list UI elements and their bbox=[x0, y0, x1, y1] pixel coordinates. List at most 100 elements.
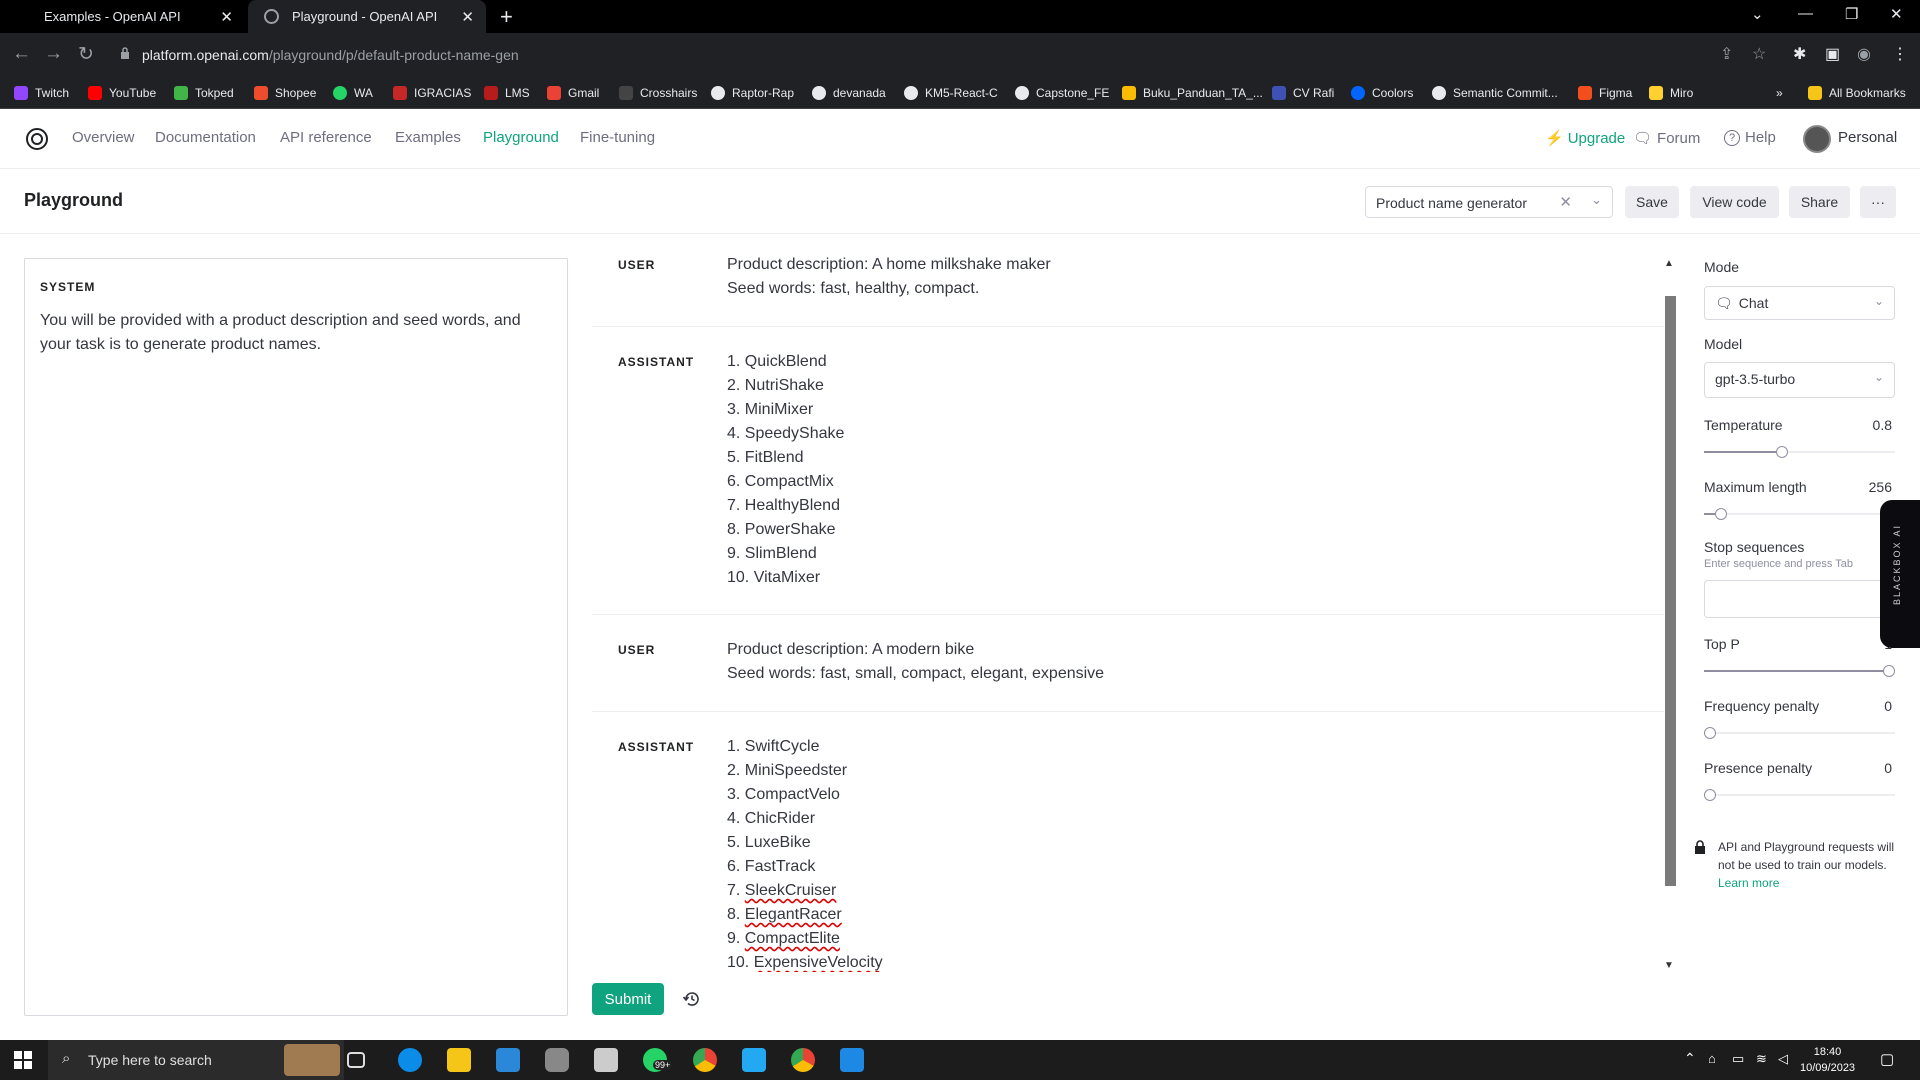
reload-icon[interactable]: ↻ bbox=[78, 43, 94, 66]
bookmark-item[interactable]: Shopee bbox=[254, 83, 316, 103]
nav-api-reference[interactable]: API reference bbox=[280, 129, 372, 146]
chrome-profile-icon[interactable] bbox=[791, 1048, 815, 1072]
learn-more-link[interactable]: Learn more bbox=[1718, 876, 1779, 890]
upgrade-link[interactable]: ⚡ Upgrade bbox=[1545, 129, 1625, 148]
wifi-icon[interactable]: ≋ bbox=[1756, 1051, 1767, 1067]
bookmark-item[interactable]: Twitch bbox=[14, 83, 69, 103]
role-label[interactable]: ASSISTANT bbox=[618, 355, 694, 369]
bookmark-item[interactable]: Buku_Panduan_TA_... bbox=[1122, 83, 1263, 103]
nav-fine-tuning[interactable]: Fine-tuning bbox=[580, 129, 655, 146]
whatsapp-icon[interactable]: 99+ bbox=[643, 1048, 673, 1072]
frequency-penalty-slider[interactable] bbox=[1704, 727, 1895, 739]
openai-logo-icon[interactable] bbox=[24, 126, 50, 152]
top-p-slider[interactable] bbox=[1704, 665, 1895, 677]
preset-select[interactable]: Product name generator ✕ ⌄ bbox=[1365, 186, 1613, 218]
app-icon[interactable] bbox=[594, 1048, 618, 1072]
edge-icon[interactable] bbox=[398, 1048, 422, 1072]
message-user[interactable]: USER Product description: A home milksha… bbox=[592, 250, 1664, 327]
app-icon[interactable] bbox=[545, 1048, 569, 1072]
more-options-button[interactable]: ··· bbox=[1860, 186, 1896, 218]
bookmark-item[interactable]: Raptor-Rap bbox=[711, 83, 794, 103]
bookmark-item[interactable]: Tokped bbox=[174, 83, 234, 103]
task-view-icon[interactable] bbox=[347, 1052, 365, 1068]
clock[interactable]: 18:40 10/09/2023 bbox=[1800, 1044, 1855, 1076]
notification-center-icon[interactable]: ▢ bbox=[1880, 1050, 1894, 1068]
battery-icon[interactable]: ▭ bbox=[1732, 1051, 1744, 1067]
nav-documentation[interactable]: Documentation bbox=[155, 129, 256, 146]
bookmark-item[interactable]: Capstone_FE bbox=[1015, 83, 1109, 103]
save-button[interactable]: Save bbox=[1625, 186, 1679, 218]
slider-knob[interactable] bbox=[1715, 508, 1727, 520]
all-bookmarks[interactable]: All Bookmarks bbox=[1808, 83, 1906, 103]
role-label[interactable]: ASSISTANT bbox=[618, 740, 694, 754]
forum-link[interactable]: 🗨 Forum bbox=[1633, 129, 1700, 148]
system-message-panel[interactable]: SYSTEM You will be provided with a produ… bbox=[24, 258, 568, 1016]
new-tab-icon[interactable]: + bbox=[500, 4, 513, 30]
bookmark-item[interactable]: Coolors bbox=[1351, 83, 1413, 103]
messages-scrollbar[interactable]: ▲ ▼ bbox=[1664, 258, 1676, 972]
bookmark-item[interactable]: Crosshairs bbox=[619, 83, 697, 103]
tab-search-icon[interactable]: ⌄ bbox=[1751, 5, 1764, 23]
tab-examples[interactable]: Examples - OpenAI API ✕ bbox=[0, 0, 245, 33]
url-input[interactable]: platform.openai.com/playground/p/default… bbox=[108, 39, 1728, 71]
history-icon[interactable] bbox=[682, 989, 702, 1009]
slider-knob[interactable] bbox=[1776, 446, 1788, 458]
bookmark-item[interactable]: YouTube bbox=[88, 83, 156, 103]
minimize-icon[interactable]: — bbox=[1798, 5, 1813, 22]
scroll-down-icon[interactable]: ▼ bbox=[1664, 960, 1674, 971]
file-explorer-icon[interactable] bbox=[447, 1048, 471, 1072]
submit-button[interactable]: Submit bbox=[592, 983, 664, 1015]
bookmark-item[interactable]: LMS bbox=[484, 83, 530, 103]
temperature-slider[interactable] bbox=[1704, 446, 1895, 458]
bookmark-item[interactable]: KM5-React-C bbox=[904, 83, 998, 103]
avatar[interactable] bbox=[1803, 125, 1831, 153]
scrollbar-thumb[interactable] bbox=[1665, 296, 1676, 886]
role-label[interactable]: USER bbox=[618, 643, 655, 657]
more-bookmarks-icon[interactable]: » bbox=[1776, 83, 1783, 103]
view-code-button[interactable]: View code bbox=[1690, 186, 1779, 218]
presence-penalty-value[interactable]: 0 bbox=[1884, 760, 1892, 776]
bookmark-item[interactable]: Miro bbox=[1649, 83, 1693, 103]
share-button[interactable]: Share bbox=[1789, 186, 1850, 218]
bookmark-item[interactable]: Figma bbox=[1578, 83, 1632, 103]
slider-knob[interactable] bbox=[1704, 727, 1716, 739]
nav-overview[interactable]: Overview bbox=[72, 129, 135, 146]
nav-examples[interactable]: Examples bbox=[395, 129, 461, 146]
mode-select[interactable]: 🗨 Chat ⌄ bbox=[1704, 286, 1895, 320]
clear-icon[interactable]: ✕ bbox=[1559, 193, 1572, 211]
message-assistant[interactable]: ASSISTANT 1. SwiftCycle 2. MiniSpeedster… bbox=[592, 712, 1664, 972]
app-icon[interactable] bbox=[840, 1048, 864, 1072]
profile-icon[interactable]: ◉ bbox=[1857, 44, 1871, 64]
side-panel-icon[interactable]: ▣ bbox=[1825, 44, 1840, 64]
tray-icon[interactable]: ⌂ bbox=[1708, 1051, 1716, 1066]
presence-penalty-slider[interactable] bbox=[1704, 789, 1895, 801]
stop-sequences-input[interactable] bbox=[1704, 580, 1895, 618]
close-tab-icon[interactable]: ✕ bbox=[461, 8, 474, 26]
restore-icon[interactable]: ❐ bbox=[1845, 5, 1858, 23]
bookmark-item[interactable]: CV Rafi bbox=[1272, 83, 1334, 103]
bookmark-item[interactable]: IGRACIAS bbox=[393, 83, 471, 103]
back-icon[interactable]: ← bbox=[12, 43, 31, 65]
message-user[interactable]: USER Product description: A modern bike … bbox=[592, 615, 1664, 712]
personal-menu[interactable]: Personal bbox=[1838, 129, 1897, 146]
max-length-value[interactable]: 256 bbox=[1869, 479, 1892, 495]
chrome-icon[interactable] bbox=[693, 1048, 717, 1072]
forward-icon[interactable]: → bbox=[44, 43, 63, 65]
max-length-slider[interactable] bbox=[1704, 508, 1895, 520]
frequency-penalty-value[interactable]: 0 bbox=[1884, 698, 1892, 714]
bookmark-item[interactable]: WA bbox=[333, 83, 373, 103]
bookmark-item[interactable]: Gmail bbox=[547, 83, 599, 103]
nav-playground[interactable]: Playground bbox=[483, 129, 559, 146]
close-tab-icon[interactable]: ✕ bbox=[220, 8, 233, 26]
vscode-icon[interactable] bbox=[742, 1048, 766, 1072]
slider-knob[interactable] bbox=[1883, 665, 1895, 677]
close-window-icon[interactable]: ✕ bbox=[1890, 5, 1903, 23]
extensions-icon[interactable]: ✱ bbox=[1793, 44, 1806, 64]
help-link[interactable]: ? Help bbox=[1724, 129, 1776, 146]
message-assistant[interactable]: ASSISTANT 1. QuickBlend 2. NutriShake 3.… bbox=[592, 327, 1664, 615]
bookmark-item[interactable]: devanada bbox=[812, 83, 886, 103]
tab-playground[interactable]: Playground - OpenAI API ✕ bbox=[248, 0, 486, 33]
menu-kebab-icon[interactable]: ⋮ bbox=[1892, 44, 1908, 64]
slider-knob[interactable] bbox=[1704, 789, 1716, 801]
tray-chevron-icon[interactable]: ⌃ bbox=[1684, 1050, 1696, 1067]
